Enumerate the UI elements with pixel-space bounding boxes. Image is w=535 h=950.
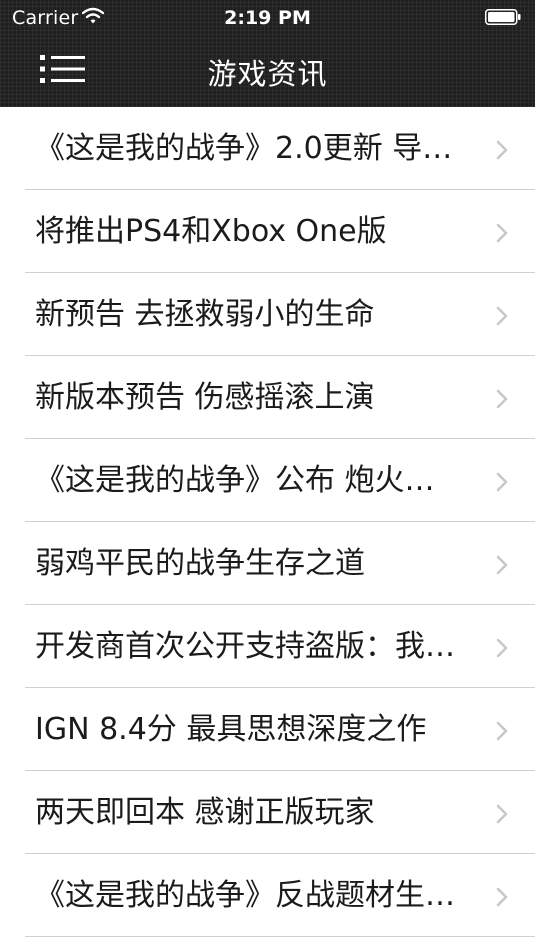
chevron-right-icon (496, 306, 508, 326)
news-list: 《这是我的战争》2.0更新 导… 将推出PS4和Xbox One版 新预告 去拯… (0, 107, 535, 937)
news-title: 新预告 去拯救弱小的生命 (35, 297, 375, 332)
news-title: IGN 8.4分 最具思想深度之作 (35, 712, 427, 747)
news-title: 《这是我的战争》反战题材生… (35, 878, 455, 913)
navigation-header: Carrier 2:19 PM 游戏资讯 (0, 0, 535, 107)
list-item[interactable]: 《这是我的战争》反战题材生… (0, 854, 535, 937)
chevron-right-icon (496, 887, 508, 907)
battery-icon (485, 9, 521, 25)
chevron-right-icon (496, 389, 508, 409)
news-title: 《这是我的战争》2.0更新 导… (35, 131, 453, 166)
list-item[interactable]: 两天即回本 感谢正版玩家 (0, 771, 535, 854)
list-item[interactable]: IGN 8.4分 最具思想深度之作 (0, 688, 535, 771)
chevron-right-icon (496, 472, 508, 492)
chevron-right-icon (496, 638, 508, 658)
news-title: 新版本预告 伤感摇滚上演 (35, 380, 375, 415)
news-title: 弱鸡平民的战争生存之道 (35, 546, 365, 581)
list-item[interactable]: 弱鸡平民的战争生存之道 (0, 522, 535, 605)
chevron-right-icon (496, 140, 508, 160)
list-item[interactable]: 《这是我的战争》公布 炮火… (0, 439, 535, 522)
list-item[interactable]: 新预告 去拯救弱小的生命 (0, 273, 535, 356)
chevron-right-icon (496, 721, 508, 741)
page-title: 游戏资讯 (207, 57, 328, 91)
news-title: 《这是我的战争》公布 炮火… (35, 463, 435, 498)
list-item[interactable]: 将推出PS4和Xbox One版 (0, 190, 535, 273)
news-title: 将推出PS4和Xbox One版 (35, 214, 387, 249)
news-title: 两天即回本 感谢正版玩家 (35, 795, 375, 830)
status-time: 2:19 PM (224, 7, 311, 29)
list-item[interactable]: 开发商首次公开支持盗版：我… (0, 605, 535, 688)
news-title: 开发商首次公开支持盗版：我… (35, 629, 455, 664)
status-bar: Carrier 2:19 PM (0, 0, 535, 36)
list-item[interactable]: 新版本预告 伤感摇滚上演 (0, 356, 535, 439)
chevron-right-icon (496, 223, 508, 243)
list-item[interactable]: 《这是我的战争》2.0更新 导… (0, 107, 535, 190)
chevron-right-icon (496, 804, 508, 824)
chevron-right-icon (496, 555, 508, 575)
